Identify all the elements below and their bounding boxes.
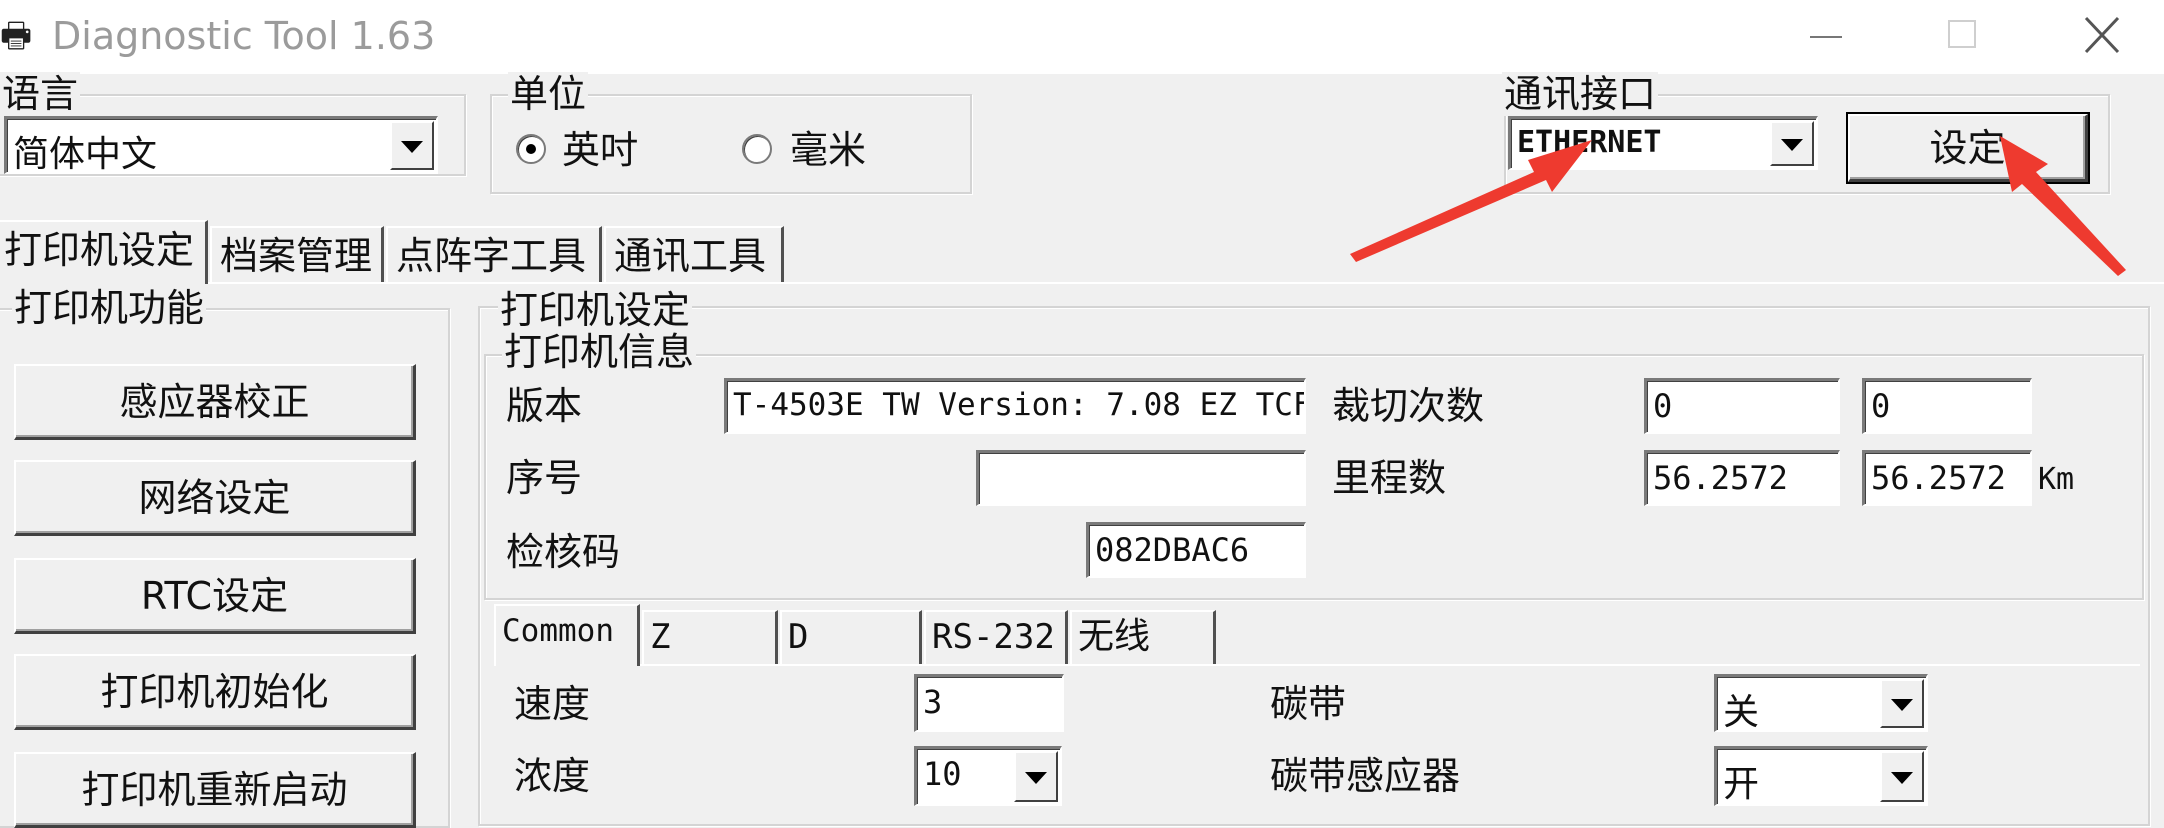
cut-count-field-1[interactable]: 0	[1644, 378, 1840, 434]
tab-printer-settings[interactable]: 打印机设定	[0, 220, 208, 284]
subtab-d[interactable]: D	[780, 610, 922, 666]
serial-field[interactable]	[976, 450, 1306, 506]
subtab-wireless[interactable]: 无线	[1070, 610, 1216, 666]
comm-set-button[interactable]: 设定	[1846, 112, 2090, 184]
printer-settings-group-title: 打印机设定	[498, 288, 693, 332]
cut-count-value-2: 0	[1871, 387, 1891, 425]
mileage-field-2[interactable]: 56.2572	[1862, 450, 2032, 506]
language-select[interactable]: 简体中文	[4, 116, 438, 175]
density-select[interactable]: 10	[914, 746, 1062, 806]
close-button[interactable]	[2056, 10, 2146, 64]
mileage-field-1[interactable]: 56.2572	[1644, 450, 1840, 506]
printer-info-group-title: 打印机信息	[502, 330, 697, 374]
cut-count-label: 裁切次数	[1332, 384, 1485, 428]
version-field[interactable]: T-4503E TW Version: 7.08 EZ TCF	[724, 378, 1306, 434]
chevron-down-icon[interactable]	[1770, 121, 1814, 166]
sensor-calibration-button[interactable]: 感应器校正	[14, 364, 416, 440]
density-value: 10	[923, 755, 962, 793]
ribbon-sensor-select[interactable]: 开	[1714, 746, 1928, 806]
mileage-unit: Km	[2038, 462, 2075, 497]
tab-file-management[interactable]: 档案管理	[210, 226, 384, 282]
mileage-value-1: 56.2572	[1653, 459, 1788, 497]
close-icon	[2084, 16, 2120, 54]
radio-mm-label: 毫米	[790, 128, 867, 172]
printer-init-button[interactable]: 打印机初始化	[14, 654, 416, 730]
tab-bitmap-font-tool[interactable]: 点阵字工具	[386, 226, 602, 282]
version-value: T-4503E TW Version: 7.08 EZ TCF	[733, 387, 1306, 423]
checksum-value: 082DBAC6	[1095, 531, 1250, 569]
subtab-common[interactable]: Common	[494, 604, 640, 666]
printer-restart-button[interactable]: 打印机重新启动	[14, 752, 416, 828]
radio-inch[interactable]	[516, 134, 546, 164]
ribbon-sensor-label: 碳带感应器	[1270, 754, 1461, 798]
subtab-rs232[interactable]: RS-232	[924, 610, 1068, 666]
speed-field[interactable]: 3	[914, 674, 1064, 732]
checksum-field[interactable]: 082DBAC6	[1086, 522, 1306, 578]
language-group-title: 语言	[0, 72, 81, 116]
tab-page-border	[208, 282, 2164, 284]
comm-group-title: 通讯接口	[1502, 72, 1659, 116]
density-label: 浓度	[514, 754, 591, 798]
mileage-label: 里程数	[1332, 456, 1447, 500]
ribbon-label: 碳带	[1270, 682, 1347, 726]
ribbon-value: 关	[1723, 692, 1760, 733]
cut-count-field-2[interactable]: 0	[1862, 378, 2032, 434]
cut-count-value-1: 0	[1653, 387, 1673, 425]
maximize-button[interactable]	[1918, 10, 2008, 64]
speed-label: 速度	[514, 682, 591, 726]
mileage-value-2: 56.2572	[1871, 459, 2006, 497]
ribbon-sensor-value: 开	[1723, 764, 1760, 805]
serial-label: 序号	[506, 456, 583, 500]
chevron-down-icon[interactable]	[1014, 751, 1058, 802]
functions-group-title: 打印机功能	[12, 286, 207, 330]
version-label: 版本	[506, 384, 583, 428]
chevron-down-icon[interactable]	[390, 121, 434, 170]
language-select-value: 简体中文	[13, 134, 158, 175]
ribbon-select[interactable]: 关	[1714, 674, 1928, 733]
window-title: Diagnostic Tool 1.63	[52, 14, 436, 58]
speed-value: 3	[923, 683, 943, 721]
subtab-page-border	[640, 664, 2140, 666]
minimize-button[interactable]	[1780, 10, 1870, 64]
checksum-label: 检核码	[506, 530, 621, 574]
tab-comm-tool[interactable]: 通讯工具	[604, 226, 784, 282]
radio-mm[interactable]	[742, 134, 772, 164]
unit-group-title: 单位	[508, 72, 589, 116]
comm-interface-select[interactable]: ETHERNET	[1508, 116, 1818, 170]
subtab-z[interactable]: Z	[642, 610, 778, 666]
printer-icon: 🖶	[0, 16, 33, 56]
chevron-down-icon[interactable]	[1880, 679, 1924, 728]
radio-inch-label: 英吋	[562, 128, 639, 172]
rtc-settings-button[interactable]: RTC设定	[14, 558, 416, 634]
comm-interface-value: ETHERNET	[1517, 125, 1662, 160]
chevron-down-icon[interactable]	[1880, 751, 1924, 802]
network-settings-button[interactable]: 网络设定	[14, 460, 416, 536]
